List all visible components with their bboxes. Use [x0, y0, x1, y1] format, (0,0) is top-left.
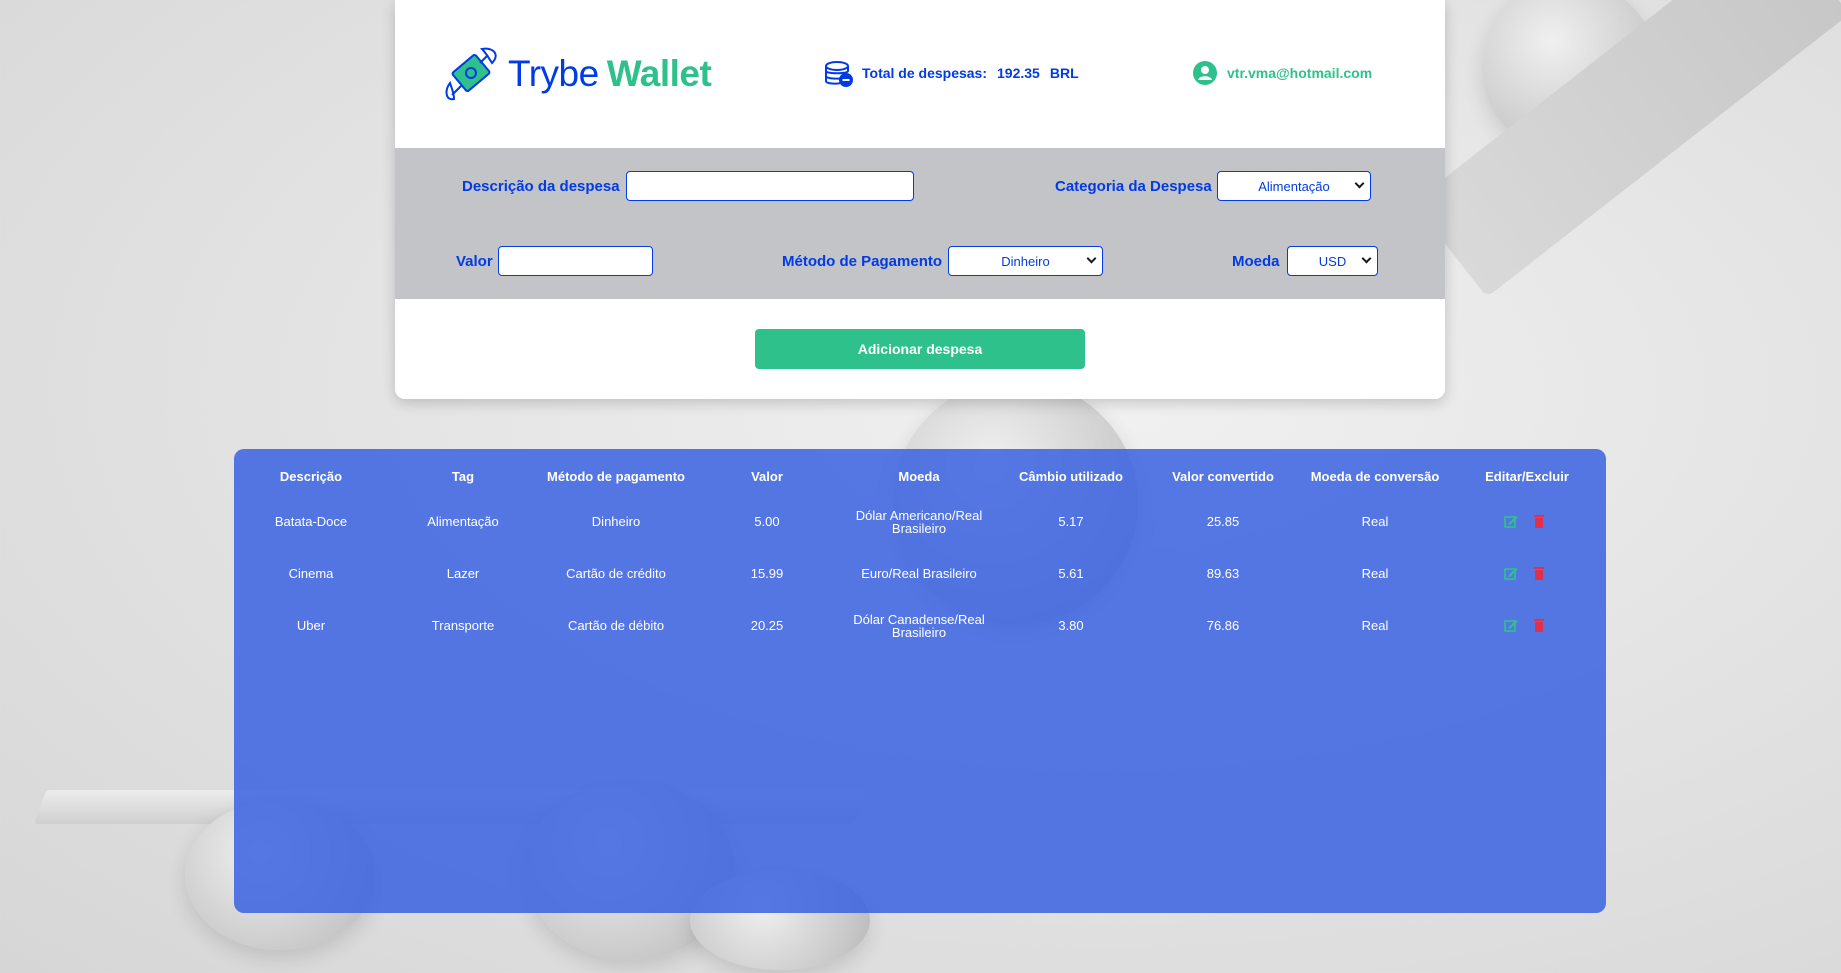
- header-payment-method: Método de pagamento: [547, 469, 685, 484]
- cell-tag: Transporte: [431, 618, 495, 633]
- user-email: vtr.vma@hotmail.com: [1227, 65, 1373, 81]
- payment-method-select-value: Dinheiro: [1001, 253, 1050, 269]
- header: Trybe Wallet Total de despesas: 192.35 BR…: [395, 0, 1445, 148]
- trash-icon[interactable]: [1534, 514, 1544, 528]
- description-input[interactable]: [626, 171, 914, 201]
- cell-description: Uber: [296, 618, 326, 633]
- user-avatar-icon: [1193, 61, 1217, 85]
- cell-currency: Dólar Canadense/Real Brasileiro: [853, 612, 985, 640]
- flying-money-icon: [445, 47, 497, 101]
- header-currency: Moeda: [898, 469, 940, 484]
- cell-value: 20.25: [750, 618, 784, 633]
- currency-label: Moeda: [1232, 253, 1280, 270]
- cell-value: 15.99: [750, 566, 784, 581]
- cell-description: Cinema: [288, 566, 334, 581]
- payment-method-select[interactable]: Dinheiro: [948, 246, 1103, 276]
- cell-tag: Lazer: [446, 566, 480, 581]
- cell-tag: Alimentação: [427, 514, 499, 529]
- edit-icon[interactable]: [1504, 618, 1518, 632]
- expense-form: Descrição da despesa Categoria da Despes…: [395, 148, 1445, 299]
- chevron-down-icon: [1361, 253, 1372, 264]
- cell-description: Batata-Doce: [274, 514, 348, 529]
- value-label: Valor: [456, 253, 493, 270]
- cell-converted-value: 25.85: [1206, 514, 1240, 529]
- background-arrow: [1413, 0, 1841, 298]
- currency-select[interactable]: USD: [1287, 246, 1378, 276]
- cell-payment-method: Cartão de débito: [567, 618, 665, 633]
- trash-icon[interactable]: [1534, 618, 1544, 632]
- wallet-card: Trybe Wallet Total de despesas: 192.35 BR…: [395, 0, 1445, 399]
- header-description: Descrição: [279, 469, 343, 484]
- expenses-table: Descrição Tag Método de pagamento Valor …: [234, 449, 1606, 913]
- total-value: 192.35: [997, 65, 1040, 81]
- cell-converted-value: 89.63: [1206, 566, 1240, 581]
- logo: Trybe Wallet: [442, 45, 712, 103]
- cell-exchange-rate: 5.61: [1058, 566, 1084, 581]
- cell-currency: Dólar Americano/Real Brasileiro: [855, 508, 983, 536]
- payment-method-label: Método de Pagamento: [782, 253, 943, 270]
- logo-wallet-text: Wallet: [606, 53, 712, 94]
- cell-conversion-currency: Real: [1361, 566, 1389, 581]
- edit-icon[interactable]: [1504, 566, 1518, 580]
- category-label: Categoria da Despesa: [1055, 178, 1212, 195]
- chevron-down-icon: [1354, 178, 1365, 189]
- user-info: vtr.vma@hotmail.com: [1192, 60, 1372, 86]
- cell-exchange-rate: 3.80: [1058, 618, 1084, 633]
- category-select[interactable]: Alimentação: [1217, 171, 1371, 201]
- header-edit-delete: Editar/Excluir: [1485, 469, 1569, 484]
- description-label: Descrição da despesa: [462, 178, 620, 195]
- cell-exchange-rate: 5.17: [1058, 514, 1084, 529]
- cell-conversion-currency: Real: [1361, 514, 1389, 529]
- chevron-down-icon: [1086, 253, 1097, 264]
- header-conversion-currency: Moeda de conversão: [1310, 469, 1440, 484]
- cell-conversion-currency: Real: [1361, 618, 1389, 633]
- total-currency: BRL: [1049, 65, 1079, 81]
- cell-converted-value: 76.86: [1206, 618, 1240, 633]
- cell-payment-method: Cartão de crédito: [566, 566, 666, 581]
- edit-icon[interactable]: [1504, 514, 1518, 528]
- total-label: Total de despesas:: [862, 65, 988, 81]
- trash-icon[interactable]: [1534, 566, 1544, 580]
- header-tag: Tag: [451, 469, 475, 484]
- total-expenses: Total de despesas: 192.35 BRL: [824, 58, 1079, 88]
- header-value: Valor: [751, 469, 783, 484]
- header-converted-value: Valor convertido: [1172, 469, 1274, 484]
- currency-select-value: USD: [1318, 253, 1347, 269]
- logo-trybe-text: Trybe: [508, 53, 599, 94]
- cell-value: 5.00: [754, 514, 780, 529]
- cell-currency: Euro/Real Brasileiro: [861, 566, 977, 581]
- cell-payment-method: Dinheiro: [591, 514, 641, 529]
- coins-icon: [825, 61, 853, 87]
- value-input[interactable]: [498, 246, 653, 276]
- category-select-value: Alimentação: [1258, 178, 1330, 194]
- add-expense-button[interactable]: Adicionar despesa: [755, 329, 1085, 369]
- header-exchange-rate: Câmbio utilizado: [1019, 469, 1123, 484]
